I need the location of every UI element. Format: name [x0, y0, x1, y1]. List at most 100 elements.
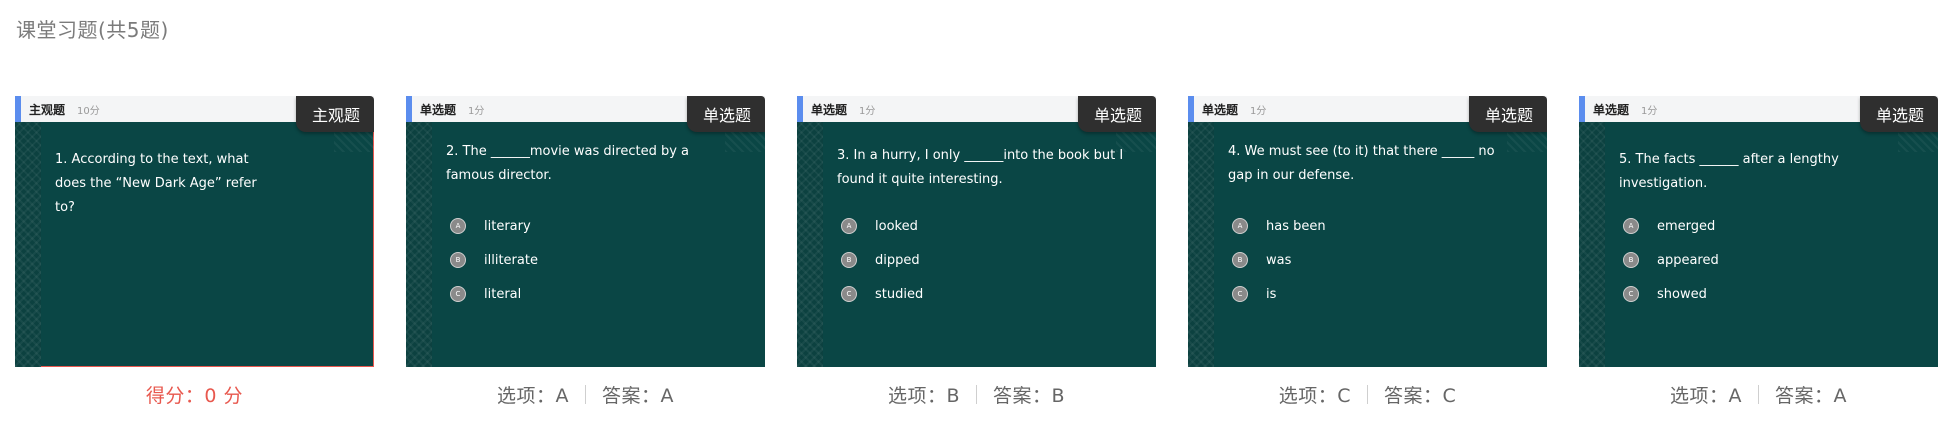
option-list: A emerged B appeared C showed — [1623, 209, 1719, 311]
option-letter-badge: C — [1623, 286, 1639, 302]
decorative-pattern — [797, 122, 823, 367]
question-score-label: 1分 — [468, 105, 485, 117]
exercise-item: 单选题 1分 单选题 2. The ______movie was direct… — [406, 96, 765, 408]
header-accent-bar — [1579, 96, 1585, 122]
question-type-badge: 单选题 — [1859, 96, 1938, 132]
option-b[interactable]: B appeared — [1623, 243, 1719, 277]
header-accent-bar — [15, 96, 21, 122]
question-score-label: 10分 — [77, 105, 100, 117]
option-letter-badge: B — [450, 252, 466, 268]
selected-choice: 选项：A — [1670, 385, 1742, 407]
option-text: looked — [875, 218, 918, 234]
question-type-label: 单选题 — [1593, 102, 1630, 117]
option-text: illiterate — [484, 252, 538, 268]
result-divider — [585, 385, 586, 404]
option-text: literary — [484, 218, 531, 234]
option-c[interactable]: C literal — [450, 277, 538, 311]
question-text: 3. In a hurry, I only ______into the boo… — [837, 148, 1124, 187]
answer-result: 选项：A 答案：A — [1670, 381, 1847, 408]
result-divider — [1758, 385, 1759, 404]
answer-result: 选项：A 答案：A — [497, 381, 674, 408]
decorative-pattern — [15, 122, 41, 367]
option-letter-badge: A — [450, 218, 466, 234]
option-letter-badge: B — [1623, 252, 1639, 268]
header-accent-bar — [797, 96, 803, 122]
option-c[interactable]: C is — [1232, 277, 1326, 311]
exercise-card[interactable]: 单选题 1分 单选题 5. The facts ______ after a l… — [1579, 96, 1938, 367]
selected-choice: 选项：B — [887, 385, 960, 407]
option-b[interactable]: B was — [1232, 243, 1326, 277]
question-type-badge: 单选题 — [686, 96, 765, 132]
exercise-card[interactable]: 单选题 1分 单选题 3. In a hurry, I only ______i… — [797, 96, 1156, 367]
option-text: dipped — [875, 252, 920, 268]
question-score-label: 1分 — [1250, 105, 1267, 117]
correct-answer: 答案：A — [1775, 385, 1847, 407]
exercise-card[interactable]: 单选题 1分 单选题 4. We must see (to it) that t… — [1188, 96, 1547, 367]
answer-result: 选项：C 答案：C — [1279, 381, 1457, 408]
option-text: emerged — [1657, 218, 1716, 234]
exercise-item: 单选题 1分 单选题 5. The facts ______ after a l… — [1579, 96, 1938, 408]
decorative-pattern — [1188, 122, 1214, 367]
option-text: is — [1266, 286, 1277, 302]
header-accent-bar — [406, 96, 412, 122]
result-divider — [976, 385, 977, 404]
option-list: A has been B was C is — [1232, 209, 1326, 311]
option-letter-badge: C — [841, 286, 857, 302]
question-type-label: 单选题 — [811, 102, 848, 117]
option-a[interactable]: A emerged — [1623, 209, 1719, 243]
option-text: has been — [1266, 218, 1326, 234]
question-text: 5. The facts ______ after a lengthy inve… — [1619, 152, 1839, 191]
option-list: A looked B dipped C studied — [841, 209, 923, 311]
option-text: studied — [875, 286, 924, 302]
option-a[interactable]: A has been — [1232, 209, 1326, 243]
score-result: 得分：0 分 — [146, 381, 243, 408]
correct-answer: 答案：C — [1384, 385, 1457, 407]
question-score-label: 1分 — [859, 105, 876, 117]
question-type-badge: 单选题 — [1468, 96, 1547, 132]
question-type-badge: 单选题 — [1077, 96, 1156, 132]
option-a[interactable]: A literary — [450, 209, 538, 243]
option-text: showed — [1657, 286, 1707, 302]
answer-result: 选项：B 答案：B — [888, 381, 1065, 408]
header-accent-bar — [1188, 96, 1194, 122]
exercise-card[interactable]: 单选题 1分 单选题 2. The ______movie was direct… — [406, 96, 765, 367]
exercise-card[interactable]: 主观题 10分 主观题 1. According to the text, wh… — [15, 96, 374, 367]
question-score-label: 1分 — [1641, 105, 1658, 117]
selected-choice: 选项：C — [1278, 385, 1351, 407]
question-text: 2. The ______movie was directed by a fam… — [446, 144, 689, 183]
exercise-item: 单选题 1分 单选题 4. We must see (to it) that t… — [1188, 96, 1547, 408]
option-text: appeared — [1657, 252, 1719, 268]
question-text: 4. We must see (to it) that there _____ … — [1228, 144, 1495, 183]
decorative-pattern — [1579, 122, 1605, 367]
option-letter-badge: A — [841, 218, 857, 234]
question-text: 1. According to the text, what does the … — [55, 152, 257, 215]
option-letter-badge: A — [1232, 218, 1248, 234]
option-text: was — [1266, 252, 1292, 268]
exercise-item: 单选题 1分 单选题 3. In a hurry, I only ______i… — [797, 96, 1156, 408]
correct-answer: 答案：B — [993, 385, 1066, 407]
option-c[interactable]: C showed — [1623, 277, 1719, 311]
question-type-badge: 主观题 — [295, 96, 374, 132]
option-letter-badge: B — [841, 252, 857, 268]
option-b[interactable]: B dipped — [841, 243, 923, 277]
option-b[interactable]: B illiterate — [450, 243, 538, 277]
option-letter-badge: A — [1623, 218, 1639, 234]
option-list: A literary B illiterate C literal — [450, 209, 538, 311]
option-c[interactable]: C studied — [841, 277, 923, 311]
page-title: 课堂习题(共5题) — [16, 18, 169, 42]
score-text: 得分：0 分 — [145, 385, 244, 407]
correct-answer: 答案：A — [602, 385, 674, 407]
selected-choice: 选项：A — [497, 385, 569, 407]
question-type-label: 主观题 — [29, 102, 66, 117]
result-divider — [1367, 385, 1368, 404]
option-letter-badge: C — [1232, 286, 1248, 302]
decorative-pattern — [406, 122, 432, 367]
option-letter-badge: B — [1232, 252, 1248, 268]
option-letter-badge: C — [450, 286, 466, 302]
option-a[interactable]: A looked — [841, 209, 923, 243]
option-text: literal — [484, 286, 522, 302]
exercise-card-list: 主观题 10分 主观题 1. According to the text, wh… — [15, 96, 1938, 408]
exercise-item: 主观题 10分 主观题 1. According to the text, wh… — [15, 96, 374, 408]
question-type-label: 单选题 — [420, 102, 457, 117]
question-type-label: 单选题 — [1202, 102, 1239, 117]
